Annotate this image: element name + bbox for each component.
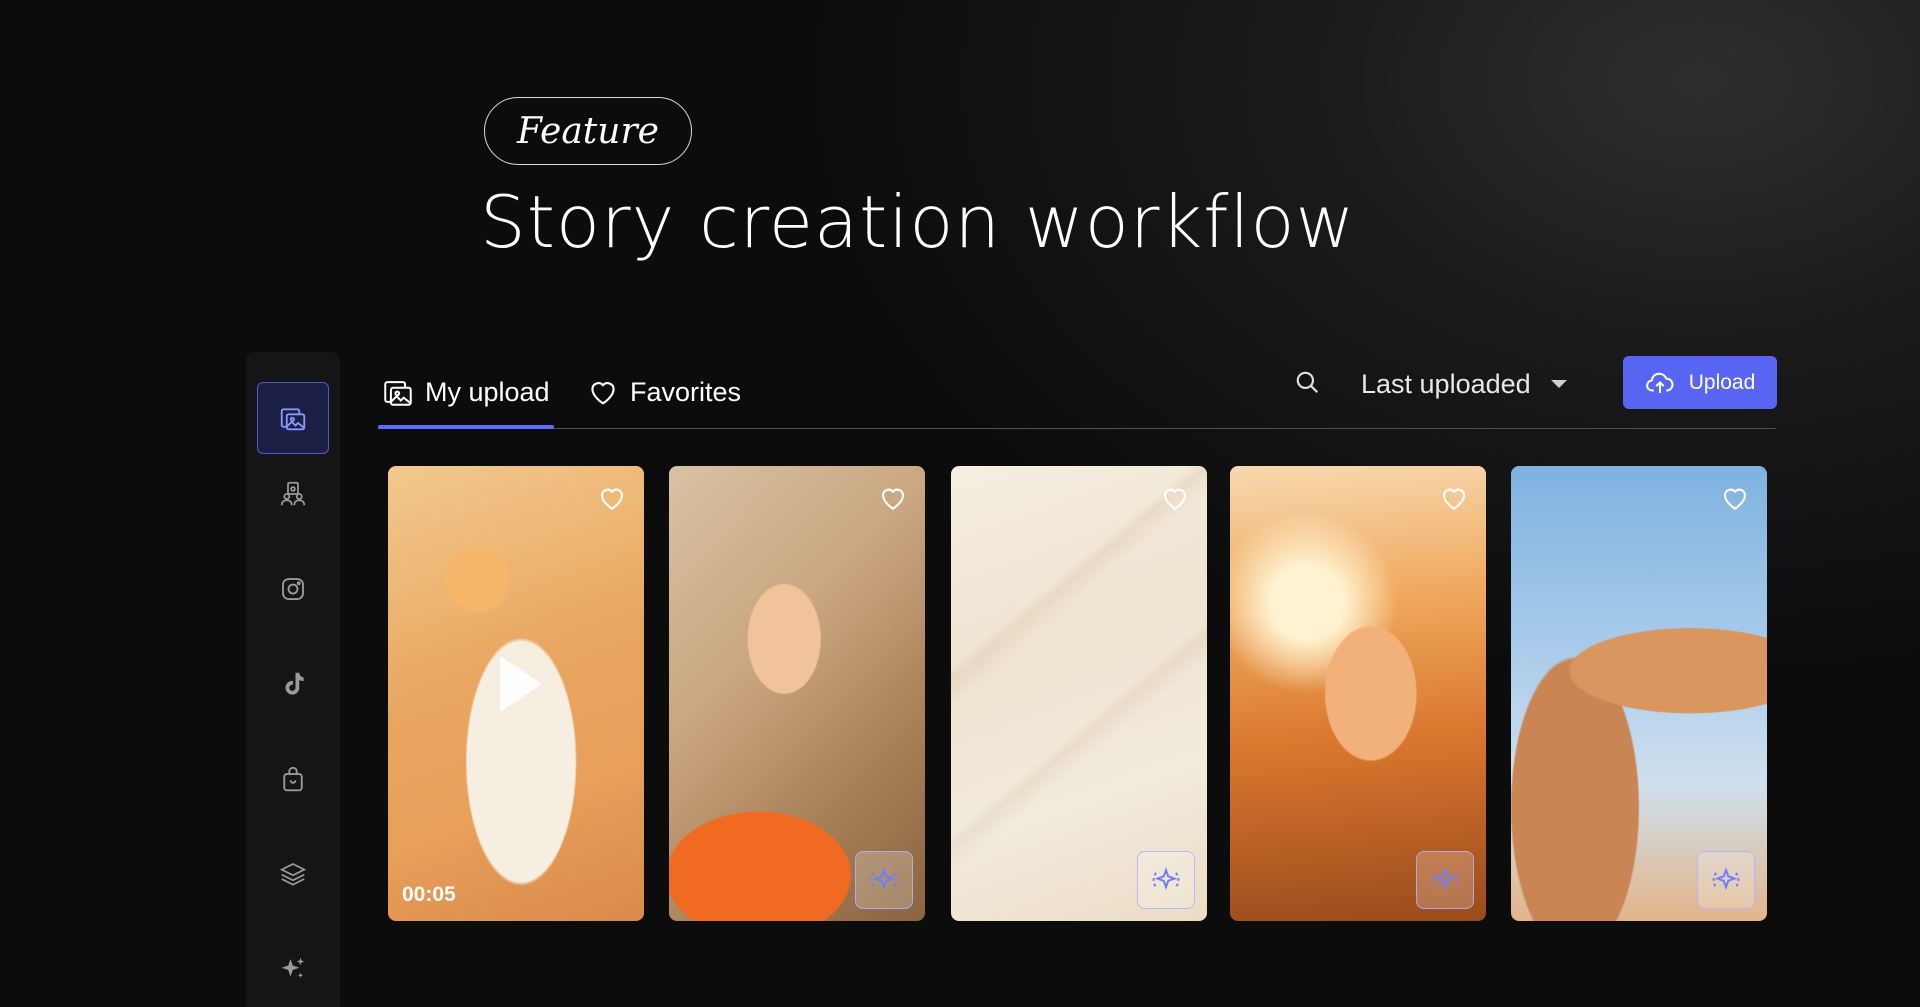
users-icon <box>280 481 306 506</box>
sort-dropdown[interactable]: Last uploaded <box>1361 364 1567 404</box>
gallery-icon <box>280 408 306 431</box>
page-title: Story creation workflow <box>480 180 1356 264</box>
feature-badge: Feature <box>484 97 692 165</box>
ai-enhance-button[interactable] <box>855 851 913 909</box>
tab-favorites[interactable]: Favorites <box>586 370 741 414</box>
heart-icon[interactable] <box>1159 482 1191 514</box>
ai-enhance-button[interactable] <box>1416 851 1474 909</box>
sparkles-icon <box>281 957 305 978</box>
sparkles-icon <box>870 867 898 890</box>
video-duration: 00:05 <box>402 883 456 906</box>
instagram-icon <box>282 578 304 600</box>
sparkles-icon <box>1712 867 1740 890</box>
chevron-down-icon <box>1550 380 1567 388</box>
heart-icon[interactable] <box>1438 482 1470 514</box>
sidebar-item-creators[interactable] <box>257 458 329 530</box>
heart-icon <box>591 382 615 405</box>
ai-enhance-button[interactable] <box>1137 851 1195 909</box>
sidebar-item-instagram[interactable] <box>257 553 329 625</box>
media-card-video[interactable]: 00:05 <box>388 466 644 921</box>
heart-icon[interactable] <box>1719 482 1751 514</box>
search-icon[interactable] <box>1294 369 1320 395</box>
sidebar-item-tiktok[interactable] <box>257 648 329 720</box>
ai-enhance-button[interactable] <box>1697 851 1755 909</box>
play-icon[interactable] <box>500 656 542 712</box>
upload-button[interactable]: Upload <box>1623 356 1777 409</box>
heart-icon[interactable] <box>596 482 628 514</box>
sparkles-icon <box>1152 867 1180 890</box>
layers-icon <box>279 863 307 886</box>
sidebar-item-media-library[interactable] <box>257 382 329 454</box>
sidebar-item-layers[interactable] <box>257 838 329 910</box>
gallery-icon <box>384 381 412 406</box>
media-card-image[interactable] <box>669 466 925 921</box>
tab-label: Favorites <box>630 376 742 407</box>
tab-my-upload[interactable]: My upload <box>381 370 550 414</box>
sort-label: Last uploaded <box>1361 368 1531 399</box>
sidebar <box>246 352 340 1007</box>
media-card-image[interactable] <box>1230 466 1486 921</box>
sidebar-item-ai[interactable] <box>257 933 329 1005</box>
media-card-image[interactable] <box>951 466 1207 921</box>
heart-icon[interactable] <box>877 482 909 514</box>
tab-label: My upload <box>425 376 550 407</box>
sidebar-item-shop[interactable] <box>257 743 329 815</box>
tiktok-icon <box>285 672 304 695</box>
sparkles-icon <box>1431 867 1459 890</box>
upload-button-label: Upload <box>1688 370 1756 394</box>
media-card-image[interactable] <box>1511 466 1767 921</box>
active-tab-indicator <box>378 425 554 429</box>
shopping-bag-icon <box>283 766 303 792</box>
cloud-upload-icon <box>1645 372 1674 393</box>
tabs-divider <box>378 428 1776 429</box>
